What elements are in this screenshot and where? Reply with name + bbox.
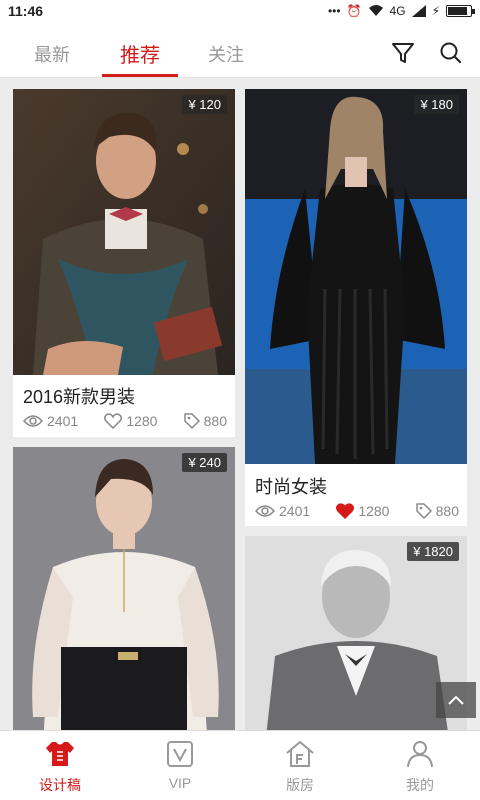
product-photo bbox=[13, 89, 235, 375]
status-time: 11:46 bbox=[8, 3, 44, 19]
charging-icon: ⚡ bbox=[431, 4, 440, 18]
likes-count: 1280 bbox=[126, 413, 158, 429]
views-count: 2401 bbox=[47, 413, 79, 429]
heart-filled-icon[interactable] bbox=[336, 503, 355, 519]
likes-stat[interactable]: 1280 bbox=[104, 413, 157, 429]
back-to-top-button[interactable] bbox=[436, 682, 476, 718]
likes-stat[interactable]: 1280 bbox=[336, 503, 389, 519]
nav-design-drafts[interactable]: 设计稿 bbox=[0, 739, 120, 795]
status-icons: ••• ⏰ 4G ⚡ bbox=[327, 3, 475, 19]
tags-count: 880 bbox=[435, 503, 459, 519]
price-badge: ¥ 240 bbox=[182, 453, 227, 472]
signal-text: 4G bbox=[389, 4, 406, 18]
active-tab-indicator bbox=[102, 74, 178, 77]
tags-stat: 880 bbox=[183, 413, 227, 429]
filter-icon[interactable] bbox=[390, 40, 416, 66]
tags-count: 880 bbox=[203, 413, 227, 429]
price-badge: ¥ 120 bbox=[182, 95, 227, 114]
signal-icon bbox=[411, 5, 426, 17]
eye-icon bbox=[255, 505, 275, 517]
likes-count: 1280 bbox=[358, 503, 390, 519]
eye-icon bbox=[23, 415, 43, 427]
workshop-icon bbox=[286, 741, 314, 767]
product-title[interactable]: 时尚女装 bbox=[255, 473, 327, 499]
product-card[interactable]: ¥ 180 时尚女装 2401 1280 880 bbox=[245, 89, 467, 526]
views-stat: 2401 bbox=[23, 413, 78, 429]
nav-label: 设计稿 bbox=[39, 777, 81, 793]
nav-label: 我的 bbox=[406, 777, 434, 793]
tab-following[interactable]: 关注 bbox=[208, 41, 244, 67]
nav-profile[interactable]: 我的 bbox=[360, 739, 480, 795]
price-badge: ¥ 180 bbox=[414, 95, 459, 114]
product-stats: 2401 1280 880 bbox=[255, 503, 459, 519]
product-card[interactable]: ¥ 120 2016新款男装 2401 1280 880 bbox=[13, 89, 235, 437]
views-stat: 2401 bbox=[255, 503, 310, 519]
design-shirt-icon bbox=[46, 742, 74, 766]
product-card[interactable]: ¥ 240 bbox=[13, 447, 235, 730]
status-bar: 11:46 ••• ⏰ 4G ⚡ bbox=[0, 0, 480, 24]
product-photo bbox=[13, 447, 235, 730]
chevron-up-icon bbox=[448, 695, 464, 705]
tag-icon bbox=[415, 503, 432, 519]
profile-icon bbox=[407, 741, 433, 768]
heart-icon[interactable] bbox=[104, 413, 123, 429]
battery-icon bbox=[446, 5, 475, 17]
product-card[interactable]: ¥ 1820 bbox=[245, 536, 467, 730]
views-count: 2401 bbox=[279, 503, 311, 519]
wifi-icon bbox=[368, 5, 383, 16]
tag-icon bbox=[183, 413, 200, 429]
bottom-navigation: 设计稿 VIP 版房 我的 bbox=[0, 730, 480, 800]
price-badge: ¥ 1820 bbox=[407, 542, 459, 561]
product-photo bbox=[245, 536, 467, 730]
nav-vip[interactable]: VIP bbox=[120, 739, 240, 791]
search-icon[interactable] bbox=[438, 40, 464, 66]
tab-recommended[interactable]: 推荐 bbox=[120, 39, 160, 68]
tab-latest[interactable]: 最新 bbox=[34, 41, 70, 67]
alarm-icon: ⏰ bbox=[346, 4, 362, 18]
nav-label: VIP bbox=[168, 775, 192, 791]
tags-stat: 880 bbox=[415, 503, 459, 519]
dots-icon: ••• bbox=[327, 4, 341, 18]
vip-icon bbox=[167, 741, 193, 767]
nav-label: 版房 bbox=[286, 777, 314, 793]
nav-workshop[interactable]: 版房 bbox=[240, 739, 360, 795]
recommendation-feed[interactable]: ¥ 120 2016新款男装 2401 1280 880 ¥ 180 时尚女装 … bbox=[0, 78, 480, 730]
product-stats: 2401 1280 880 bbox=[23, 413, 227, 429]
top-tab-bar: 最新 推荐 关注 bbox=[0, 24, 480, 78]
product-photo bbox=[245, 89, 467, 464]
product-title[interactable]: 2016新款男装 bbox=[23, 383, 135, 409]
